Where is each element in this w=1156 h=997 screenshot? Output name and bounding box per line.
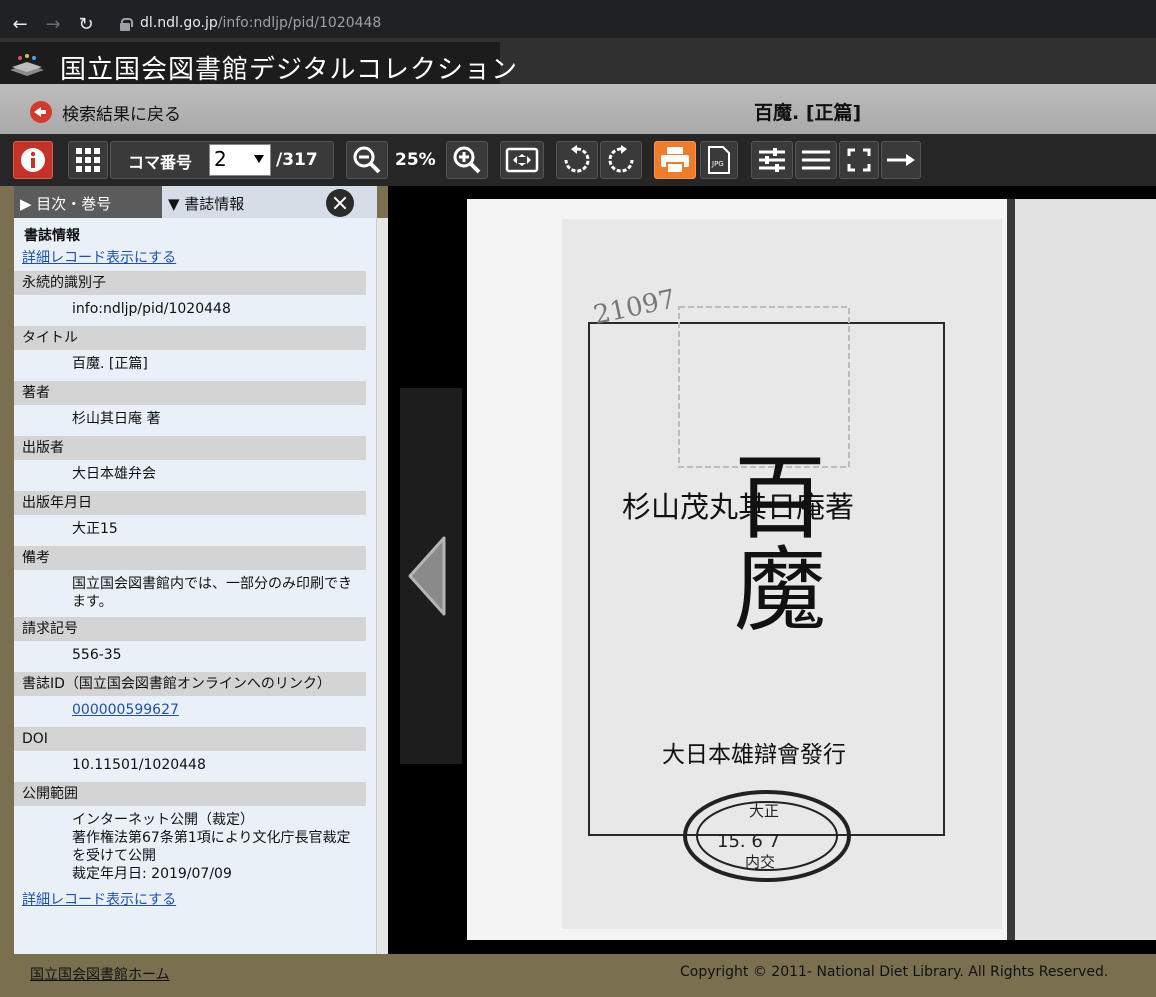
field-value: info:ndljp/pid/1020448 [72,301,231,317]
field-value: 10.11501/1020448 [72,757,206,773]
panel-scrollbar[interactable] [376,218,388,954]
field-label: 備考 [14,546,366,570]
print-button[interactable] [654,141,696,179]
zoom-out-icon [353,146,381,174]
stamp-date: 15. 6 7 [717,831,780,852]
jpg-file-icon: JPG [708,146,730,174]
back-arrow-icon[interactable]: ← [10,13,30,37]
field-label: 公開範囲 [14,782,366,806]
frame-number-value: 2 [214,147,227,171]
url-host: dl.ndl.go.jp [140,15,218,31]
zoom-out-button[interactable] [346,141,388,179]
tab-toc[interactable]: ▶ 目次・巻号 [14,186,162,218]
grid-icon [76,148,100,172]
access-note: 著作権法第67条第1項により文化庁長官裁定を受けて公開 [72,830,351,864]
field-label: タイトル [14,326,366,350]
frame-number-label: コマ番号 [128,153,193,172]
access-date: 裁定年月日: 2019/07/09 [72,866,232,882]
frame-number-select[interactable]: 2 [209,144,271,176]
sliders-icon [759,148,785,172]
site-header: 国立国会図書館デジタルコレクション [0,38,1156,85]
field-label: 出版者 [14,436,366,460]
printer-icon [661,147,689,174]
field-value: 杉山其日庵 著 [72,411,161,427]
bibliographic-info: 書誌情報 詳細レコード表示にする 永続的識別子 info:ndljp/pid/1… [14,225,366,913]
ndl-home-link[interactable]: 国立国会図書館ホーム [30,964,170,984]
fullscreen-button[interactable] [839,141,879,179]
back-to-results-link[interactable]: 検索結果に戻る [62,100,181,125]
field-label: DOI [14,727,366,751]
reload-icon[interactable]: ↻ [76,13,96,37]
zoom-level: 25% [395,150,436,170]
frame-total: /317 [276,150,318,170]
menu-icon [802,150,830,170]
field-label: 永続的識別子 [14,271,366,295]
fit-page-button[interactable] [500,141,544,179]
field-value: 大正15 [72,521,118,537]
field-label: 著者 [14,381,366,405]
page-scan-image: 21097 百魔 杉山茂丸其日庵著 大日本雄辯會發行 大正 15. 6 7 内交 [467,199,1156,940]
dropdown-arrow-icon [254,155,264,163]
field-value: 国立国会図書館内では、一部分のみ印刷できます。 [72,576,352,610]
biblio-heading: 書誌情報 [24,228,80,244]
chevron-left-icon [408,536,446,616]
page-direction-button[interactable] [881,141,921,179]
page-publisher-line: 大日本雄辯會發行 [662,742,846,768]
rotate-right-icon [608,145,634,173]
previous-page-button[interactable] [400,388,462,764]
address-bar[interactable]: dl.ndl.go.jp/info:ndljp/pid/1020448 [110,10,1150,40]
footer: 国立国会図書館ホーム Copyright © 2011- National Di… [0,954,1156,997]
arrow-right-icon [887,154,915,166]
rotate-left-button[interactable] [556,141,598,179]
zoom-in-icon [453,146,481,174]
page-author-line: 杉山茂丸其日庵著 [622,490,854,524]
fullscreen-icon [847,148,871,172]
books-logo-icon [10,54,44,76]
url-path: /info:ndljp/pid/1020448 [217,15,382,31]
detail-record-link[interactable]: 詳細レコード表示にする [14,247,366,271]
field-value: インターネット公開（裁定） 著作権法第67条第1項により文化庁長官裁定を受けて公… [14,806,366,889]
stamp-dept: 内交 [745,853,775,871]
info-icon [21,148,45,172]
access-status: インターネット公開（裁定） [72,812,254,828]
copyright-text: Copyright © 2011- National Diet Library.… [680,964,1109,980]
field-label: 書誌ID（国立国会図書館オンラインへのリンク） [14,672,366,696]
title-bar: 検索結果に戻る 百魔. [正篇] [0,84,1156,134]
rotate-right-button[interactable] [600,141,642,179]
stamp-era: 大正 [749,802,779,820]
detail-record-link-bottom[interactable]: 詳細レコード表示にする [14,889,366,913]
field-value: 大日本雄弁会 [72,466,156,482]
menu-button[interactable] [795,141,837,179]
page-title-chars: 百魔 [719,449,826,633]
thumbnail-grid-button[interactable] [68,141,108,179]
fit-to-screen-icon [505,147,539,173]
field-value: 556-35 [72,647,122,663]
lock-icon [120,18,133,31]
rotate-left-icon [564,145,590,173]
jpg-download-button[interactable]: JPG [700,141,738,179]
back-to-results-icon[interactable] [30,101,52,123]
field-value: 百魔. [正篇] [72,356,148,372]
field-label: 出版年月日 [14,491,366,515]
field-label: 請求記号 [14,617,366,641]
book-title: 百魔. [正篇] [754,102,862,124]
biblio-id-link[interactable]: 000000599627 [72,702,179,718]
close-panel-icon[interactable] [326,189,354,217]
settings-sliders-button[interactable] [751,141,793,179]
zoom-in-button[interactable] [446,141,488,179]
page-scan: 21097 百魔 杉山茂丸其日庵著 大日本雄辯會發行 大正 15. 6 7 内交 [467,199,1156,940]
site-logo[interactable]: 国立国会図書館デジタルコレクション [0,42,517,85]
info-button[interactable] [13,141,53,179]
svg-text:JPG: JPG [711,160,724,168]
panel-tabs: ▶ 目次・巻号 ▼ 書誌情報 [14,186,377,218]
forward-arrow-icon[interactable]: → [43,13,63,37]
site-title: 国立国会図書館デジタルコレクション [60,55,518,85]
